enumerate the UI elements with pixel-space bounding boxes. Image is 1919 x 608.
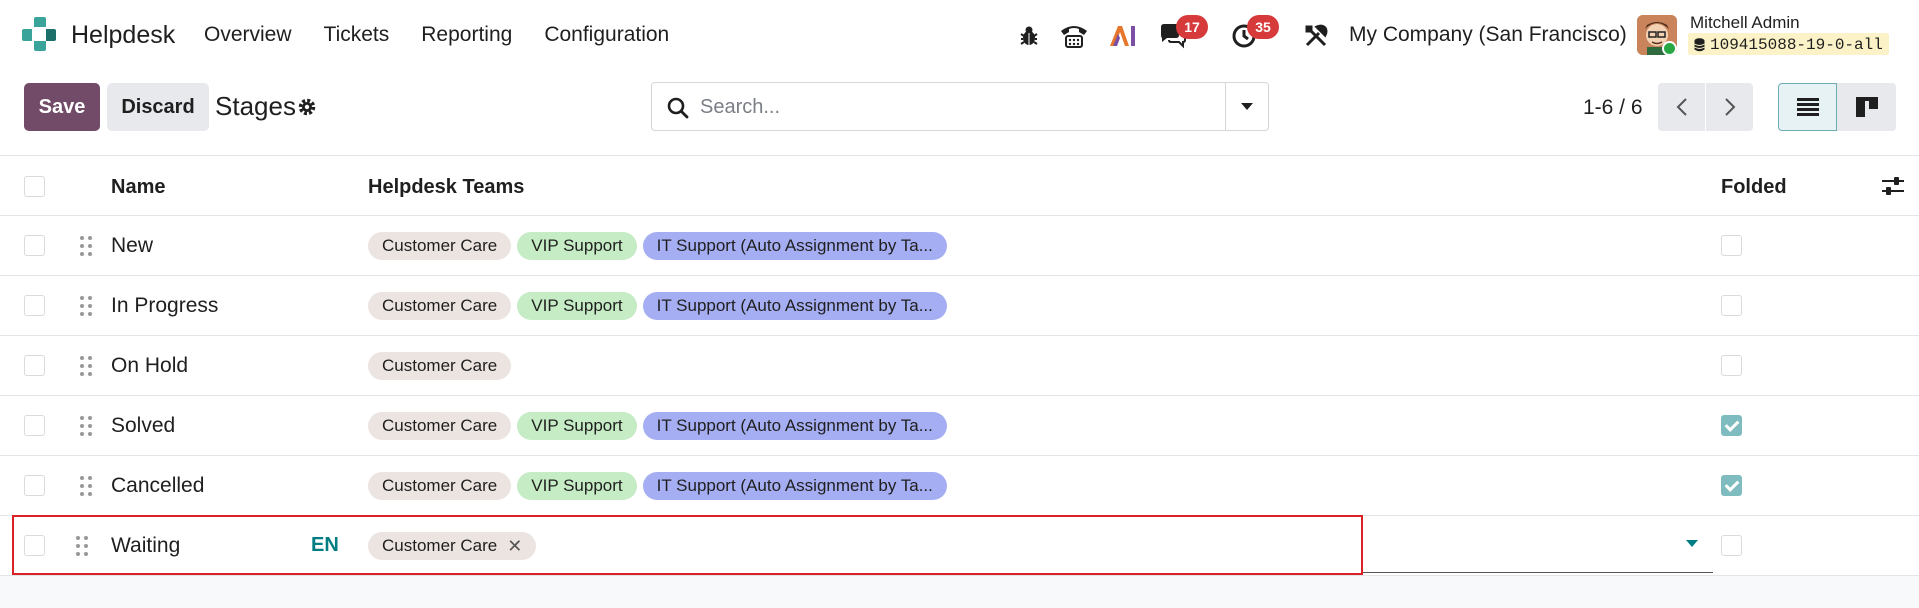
stage-name[interactable]: In Progress [111,294,218,318]
discard-button[interactable]: Discard [107,83,209,131]
kanban-view-button[interactable] [1837,83,1896,131]
messages-icon[interactable]: 17 [1156,15,1208,54]
pager-value[interactable]: 1-6 / 6 [1583,96,1643,120]
column-header-folded[interactable]: Folded [1721,176,1787,199]
team-tags: Customer Care VIP Support IT Support (Au… [368,412,947,440]
drag-handle-icon[interactable] [79,415,93,437]
stage-name[interactable]: Cancelled [111,474,204,498]
row-select-checkbox[interactable] [24,415,45,436]
database-icon [1694,38,1705,52]
teams-input-underline [1363,572,1713,573]
team-tags: Customer Care VIP Support IT Support (Au… [368,472,947,500]
team-tag: Customer Care [368,292,512,320]
folded-checkbox[interactable] [1721,535,1742,556]
list-view-icon [1796,98,1819,116]
drag-handle-icon[interactable] [79,295,93,317]
highlight-box [12,515,1363,575]
column-header-teams[interactable]: Helpdesk Teams [368,176,524,199]
team-tag: IT Support (Auto Assignment by Ta... [642,232,947,260]
stage-name[interactable]: On Hold [111,354,188,378]
optional-columns-icon[interactable] [1882,176,1904,196]
team-tags: Customer Care VIP Support IT Support (Au… [368,232,947,260]
team-tag: VIP Support [517,472,637,500]
team-tag: IT Support (Auto Assignment by Ta... [642,472,947,500]
team-tag: Customer Care [368,232,512,260]
row-select-checkbox[interactable] [24,355,45,376]
team-tag: VIP Support [517,412,637,440]
kanban-view-icon [1855,97,1878,117]
database-name: 109415088-19-0-all [1710,36,1883,54]
team-tag: IT Support (Auto Assignment by Ta... [642,412,947,440]
search-icon [667,97,689,119]
gear-icon[interactable] [296,96,318,118]
table-row[interactable]: On Hold Customer Care [0,336,1919,396]
folded-checkbox[interactable] [1721,235,1742,256]
team-tag: VIP Support [517,232,637,260]
menu-configuration[interactable]: Configuration [544,23,669,47]
company-switcher[interactable]: My Company (San Francisco) [1349,23,1627,47]
menu-reporting[interactable]: Reporting [421,23,512,47]
stage-name[interactable]: New [111,234,153,258]
activities-clock-icon[interactable]: 35 [1227,15,1279,54]
column-header-name[interactable]: Name [111,176,165,199]
search-box [651,82,1269,131]
main-menu: Overview Tickets Reporting Configuration [204,23,701,47]
save-button[interactable]: Save [24,83,100,131]
stage-name[interactable]: Solved [111,414,175,438]
team-tags: Customer Care [368,352,512,380]
menu-tickets[interactable]: Tickets [324,23,390,47]
menu-overview[interactable]: Overview [204,23,292,47]
pager-previous-button[interactable] [1658,83,1705,131]
team-tag: Customer Care [368,352,512,380]
chevron-left-icon [1676,98,1687,116]
row-select-checkbox[interactable] [24,295,45,316]
tools-icon[interactable] [1299,18,1333,54]
folded-checkbox[interactable] [1721,475,1742,496]
table-row[interactable]: Cancelled Customer Care VIP Support IT S… [0,456,1919,516]
ai-icon[interactable] [1106,18,1140,54]
user-name[interactable]: Mitchell Admin [1690,13,1800,33]
row-select-checkbox[interactable] [24,475,45,496]
row-select-checkbox[interactable] [24,235,45,256]
team-tags: Customer Care VIP Support IT Support (Au… [368,292,947,320]
drag-handle-icon[interactable] [79,475,93,497]
folded-checkbox[interactable] [1721,355,1742,376]
list-view-button[interactable] [1778,83,1837,131]
activities-count-badge: 35 [1247,15,1279,39]
top-navbar: Helpdesk Overview Tickets Reporting Conf… [0,0,1919,72]
table-row[interactable]: In Progress Customer Care VIP Support IT… [0,276,1919,336]
messages-count-badge: 17 [1176,15,1208,39]
online-status-dot [1662,41,1677,56]
page-title: Stages [215,91,296,121]
teams-dropdown-caret-icon[interactable] [1686,540,1698,547]
team-tag: VIP Support [517,292,637,320]
caret-down-icon [1241,103,1253,110]
debug-bug-icon[interactable] [1012,18,1046,54]
select-all-checkbox[interactable] [24,176,45,197]
drag-handle-icon[interactable] [79,355,93,377]
pager-next-button[interactable] [1706,83,1753,131]
team-tag: Customer Care [368,472,512,500]
list-header-row: Name Helpdesk Teams Folded [0,155,1919,216]
table-row[interactable]: Solved Customer Care VIP Support IT Supp… [0,396,1919,456]
chevron-right-icon [1724,98,1735,116]
folded-checkbox[interactable] [1721,415,1742,436]
table-row[interactable]: New Customer Care VIP Support IT Support… [0,216,1919,276]
search-input[interactable] [700,91,1200,123]
drag-handle-icon[interactable] [79,235,93,257]
team-tag: Customer Care [368,412,512,440]
database-badge: 109415088-19-0-all [1688,33,1889,55]
team-tag: IT Support (Auto Assignment by Ta... [642,292,947,320]
phone-icon[interactable] [1057,18,1091,54]
folded-checkbox[interactable] [1721,295,1742,316]
helpdesk-logo-icon[interactable] [22,17,56,51]
app-name[interactable]: Helpdesk [71,21,175,50]
search-options-toggle[interactable] [1225,83,1268,130]
